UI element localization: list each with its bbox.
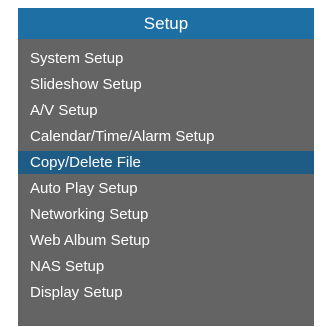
menu-item-web-album-setup[interactable]: Web Album Setup	[18, 229, 314, 252]
menu-item-calendar-time-alarm-setup[interactable]: Calendar/Time/Alarm Setup	[18, 125, 314, 148]
menu-item-networking-setup[interactable]: Networking Setup	[18, 203, 314, 226]
menu-title: Setup	[18, 8, 314, 39]
menu-item-system-setup[interactable]: System Setup	[18, 47, 314, 70]
menu-item-copy-delete-file[interactable]: Copy/Delete File	[18, 151, 314, 174]
menu-item-av-setup[interactable]: A/V Setup	[18, 99, 314, 122]
menu-item-auto-play-setup[interactable]: Auto Play Setup	[18, 177, 314, 200]
menu-item-slideshow-setup[interactable]: Slideshow Setup	[18, 73, 314, 96]
setup-menu-panel: Setup System Setup Slideshow Setup A/V S…	[18, 8, 314, 326]
menu-item-display-setup[interactable]: Display Setup	[18, 281, 314, 304]
setup-menu-list: System Setup Slideshow Setup A/V Setup C…	[18, 47, 314, 307]
menu-item-nas-setup[interactable]: NAS Setup	[18, 255, 314, 278]
